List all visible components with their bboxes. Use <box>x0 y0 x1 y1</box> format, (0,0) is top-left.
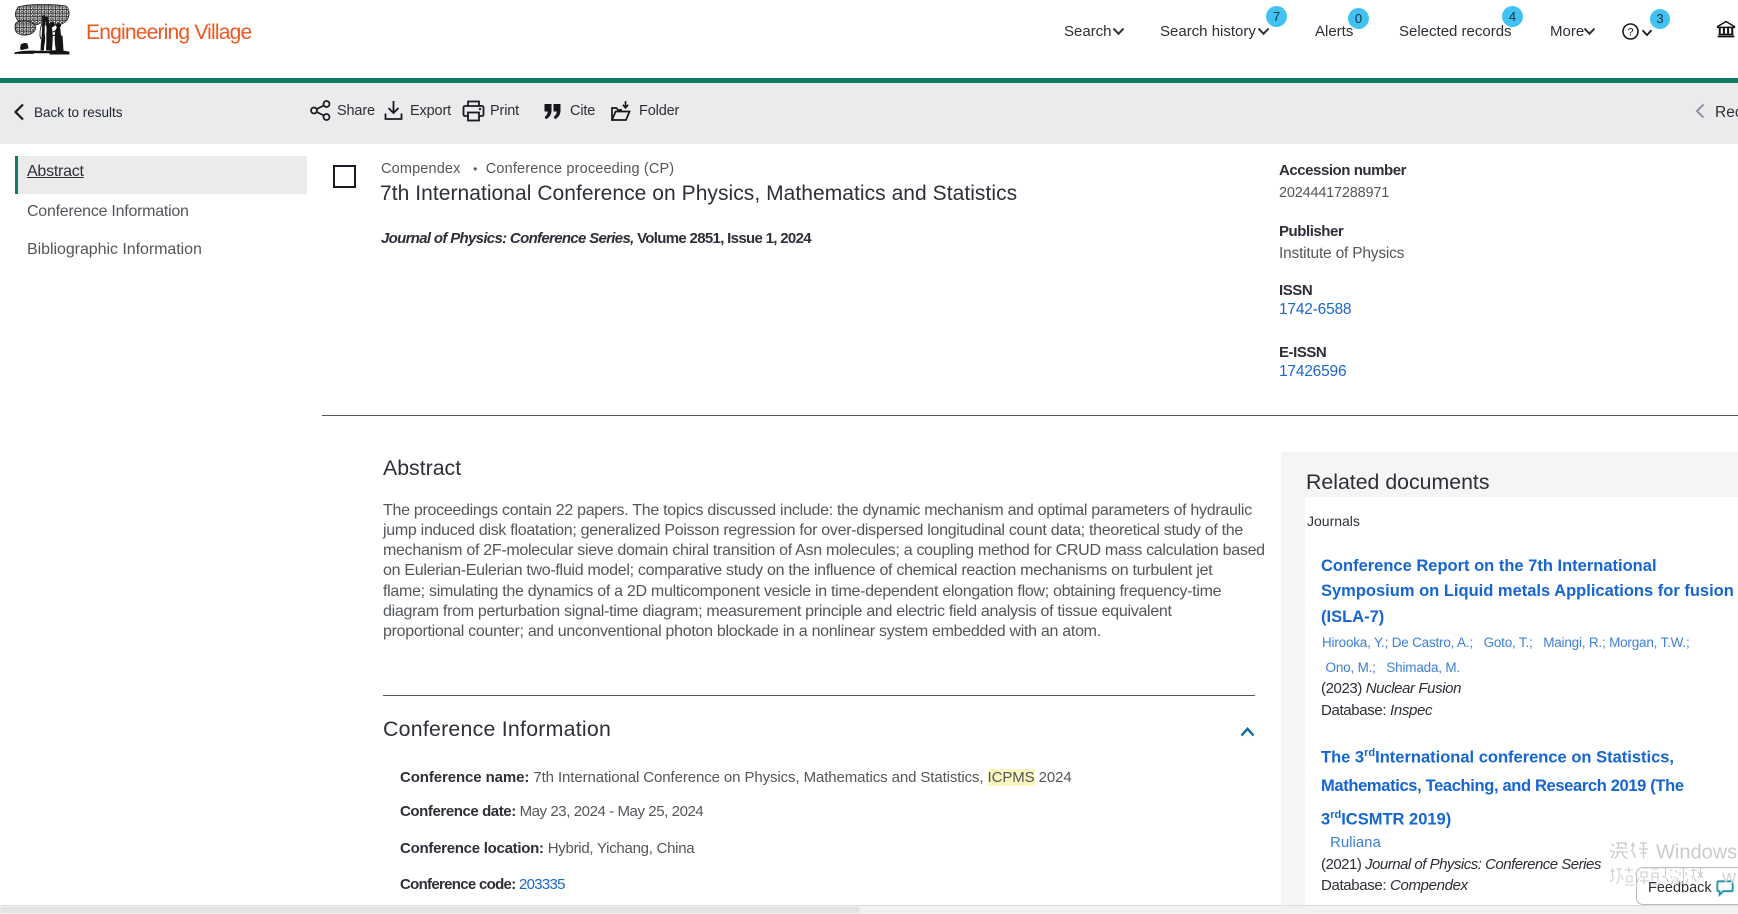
svg-text:?: ? <box>1627 26 1633 38</box>
svg-text:Windows: Windows <box>1656 842 1737 864</box>
svg-text:W: W <box>1722 870 1737 886</box>
